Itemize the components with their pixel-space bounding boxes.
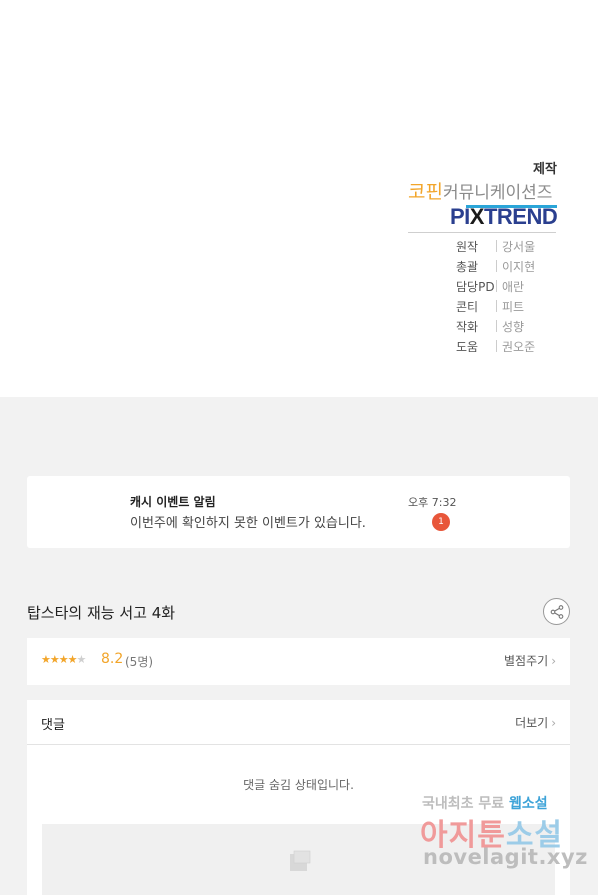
episode-title: 탑스타의 재능 서고 4화 bbox=[27, 604, 176, 622]
credit-name: 애란 bbox=[502, 280, 525, 294]
kopin-logo-text: 커뮤니케이션즈 bbox=[442, 183, 553, 203]
rating-score: 8.2 bbox=[101, 651, 124, 667]
credit-row: 원작 강서울 bbox=[456, 238, 566, 256]
rating-card: ★★★★★ 8.2 (5명) 별점주기 › bbox=[27, 638, 570, 685]
credit-name: 권오준 bbox=[502, 340, 536, 354]
credit-separator bbox=[496, 300, 497, 312]
cash-event-notification[interactable]: 캐시 이벤트 알림 이번주에 확인하지 못한 이벤트가 있습니다. 오후 7:3… bbox=[27, 476, 570, 548]
credit-role: 총괄 bbox=[456, 260, 479, 274]
rate-button[interactable]: 별점주기 › bbox=[504, 652, 556, 669]
credit-row: 담당PD 애란 bbox=[456, 278, 566, 296]
star-icon: ★ bbox=[67, 653, 78, 666]
credit-name: 이지현 bbox=[502, 260, 536, 274]
notification-title: 캐시 이벤트 알림 bbox=[130, 495, 216, 509]
comments-header: 댓글 더보기 › bbox=[27, 700, 570, 745]
notification-time: 오후 7:32 bbox=[408, 496, 457, 509]
star-icon: ★ bbox=[76, 653, 87, 666]
comment-placeholder-icon bbox=[290, 850, 311, 871]
credit-name: 성향 bbox=[502, 320, 525, 334]
chevron-right-icon: › bbox=[551, 654, 556, 668]
kopin-logo: 코핀커뮤니케이션즈 bbox=[408, 177, 552, 204]
credit-name: 피트 bbox=[502, 300, 525, 314]
credit-separator bbox=[496, 240, 497, 252]
share-button[interactable] bbox=[543, 598, 570, 625]
credit-separator bbox=[496, 320, 497, 332]
credit-row: 콘티 피트 bbox=[456, 298, 566, 316]
credit-separator bbox=[496, 340, 497, 352]
producer-label: 제작 bbox=[533, 162, 557, 177]
credit-separator bbox=[496, 280, 497, 292]
credits-divider bbox=[408, 232, 556, 233]
credit-row: 작화 성향 bbox=[456, 318, 566, 336]
star-icon: ★ bbox=[41, 653, 51, 666]
pixtrend-logo-bar bbox=[466, 205, 558, 208]
chevron-right-icon: › bbox=[551, 716, 556, 730]
comments-more-label: 더보기 bbox=[515, 716, 549, 730]
kopin-logo-mark: 코핀 bbox=[408, 181, 443, 203]
comments-hidden-notice: 댓글 숨김 상태입니다. bbox=[243, 778, 354, 792]
credit-role: 작화 bbox=[456, 320, 479, 334]
rating-count: (5명) bbox=[125, 655, 154, 669]
credit-role: 콘티 bbox=[456, 300, 479, 314]
credits-panel: 제작 코핀커뮤니케이션즈 PIXTREND 원작 강서울 총괄 이지현 담당PD… bbox=[0, 0, 598, 397]
star-icon: ★ bbox=[49, 653, 60, 666]
star-icon: ★ bbox=[58, 653, 69, 666]
share-icon bbox=[550, 605, 564, 619]
credit-row: 도움 권오준 bbox=[456, 338, 566, 356]
comments-title: 댓글 bbox=[41, 718, 65, 733]
comments-more-button[interactable]: 더보기 › bbox=[515, 714, 556, 731]
pixtrend-logo: PIXTREND bbox=[450, 204, 558, 230]
credit-role: 원작 bbox=[456, 240, 479, 254]
credit-separator bbox=[496, 260, 497, 272]
credit-name: 강서울 bbox=[502, 240, 536, 254]
credit-role: 담당PD bbox=[456, 280, 495, 294]
notification-badge: 1 bbox=[432, 513, 450, 531]
rate-button-label: 별점주기 bbox=[504, 654, 549, 668]
star-rating: ★★★★★ bbox=[41, 653, 87, 666]
watermark-url: novelagit.xyz bbox=[423, 845, 588, 869]
credit-role: 도움 bbox=[456, 340, 479, 354]
notification-message: 이번주에 확인하지 못한 이벤트가 있습니다. bbox=[130, 516, 366, 531]
credit-row: 총괄 이지현 bbox=[456, 258, 566, 276]
